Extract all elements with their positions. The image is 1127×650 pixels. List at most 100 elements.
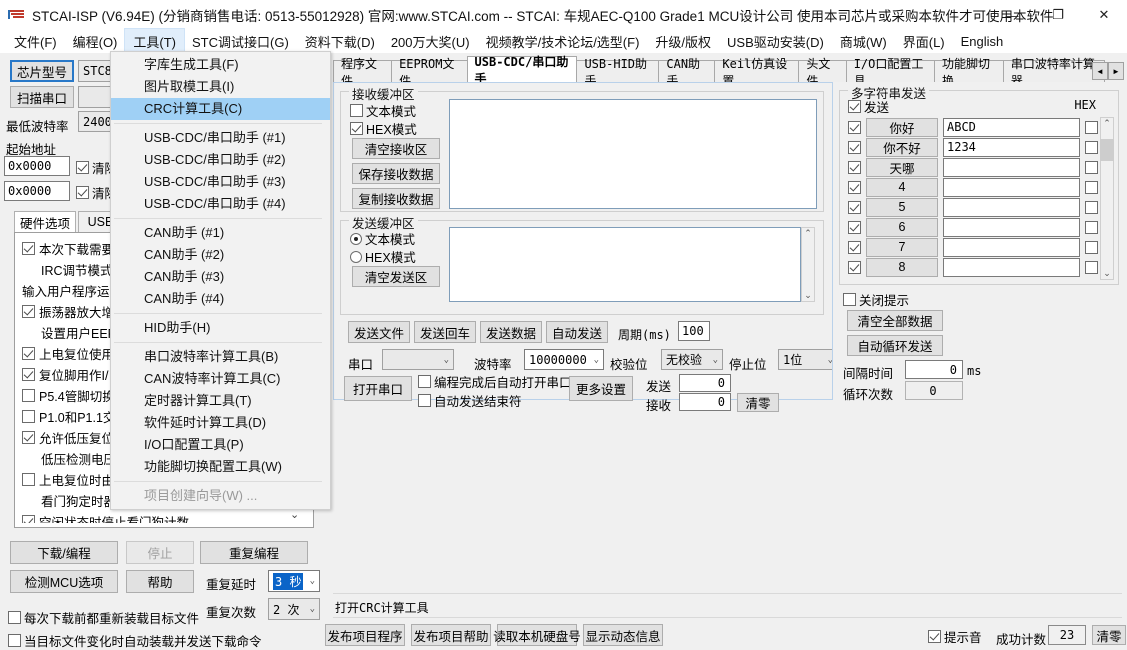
tab-4[interactable]: CAN助手 [658,57,716,88]
autoload-on-change-checkbox[interactable]: 当目标文件变化时自动装载并发送下载命令 [8,631,262,650]
menu-option-4[interactable]: USB-CDC/串口助手 (#1) [111,127,330,149]
send-buffer-scrollbar[interactable]: ⌃ ⌄ [801,227,815,302]
multi-send-button-1[interactable]: 你不好 [866,137,938,157]
send-enter-button[interactable]: 发送回车 [414,321,476,343]
clear-send-button[interactable]: 清空发送区 [352,266,440,287]
close-button[interactable]: ✕ [1081,0,1127,30]
menu-option-2[interactable]: CRC计算工具(C) [111,98,330,120]
menu-option-19[interactable]: 软件延时计算工具(D) [111,412,330,434]
menu-item-10[interactable]: 界面(L) [895,29,953,54]
save-receive-data-button[interactable]: 保存接收数据 [352,163,440,184]
tab-scroll-left-button[interactable]: ◄ [1092,62,1108,80]
multi-send-hex-checkbox-1[interactable] [1085,140,1098,154]
menu-option-20[interactable]: I/O口配置工具(P) [111,434,330,456]
repeat-program-button[interactable]: 重复编程 [200,541,308,564]
receive-text-mode-checkbox[interactable]: 文本模式 [350,101,416,120]
menu-option-14[interactable]: HID助手(H) [111,317,330,339]
multi-send-button-5[interactable]: 6 [866,217,938,237]
multi-send-enable-checkbox-2[interactable] [848,160,861,174]
maximize-button[interactable]: ❐ [1035,0,1081,30]
multi-send-hex-checkbox-2[interactable] [1085,160,1098,174]
multi-send-input-4[interactable] [943,197,1080,217]
menu-option-6[interactable]: USB-CDC/串口助手 (#3) [111,171,330,193]
multi-send-button-2[interactable]: 天哪 [866,157,938,177]
repeat-delay-select[interactable]: 3 秒 ⌄ [268,570,320,592]
minimize-button[interactable]: — [989,0,1035,30]
multi-send-input-7[interactable] [943,257,1080,277]
menu-option-10[interactable]: CAN助手 (#2) [111,244,330,266]
multi-send-input-3[interactable] [943,177,1080,197]
multi-send-enable-checkbox-1[interactable] [848,140,861,154]
auto-loop-send-button[interactable]: 自动循环发送 [847,335,943,356]
send-file-button[interactable]: 发送文件 [348,321,410,343]
menu-item-11[interactable]: English [953,31,1012,52]
multi-send-input-0[interactable]: ABCD [943,117,1080,137]
auto-open-after-program-checkbox[interactable]: 编程完成后自动打开串口 [418,372,572,391]
multi-send-input-6[interactable] [943,237,1080,257]
multi-send-enable-checkbox-7[interactable] [848,260,861,274]
tab-2[interactable]: USB-CDC/串口助手 [466,55,578,86]
tab-3[interactable]: USB-HID助手 [576,57,660,88]
clear-receive-button[interactable]: 清空接收区 [352,138,440,159]
multi-send-button-0[interactable]: 你好 [866,117,938,137]
menu-option-12[interactable]: CAN助手 (#4) [111,288,330,310]
menu-item-5[interactable]: 200万大奖(U) [383,29,478,54]
tab-9[interactable]: 串口波特率计算器 [1002,57,1105,88]
clear-counters-button[interactable]: 清零 [737,393,779,412]
multi-send-all-checkbox[interactable]: 发送 [848,97,889,116]
menu-option-17[interactable]: CAN波特率计算工具(C) [111,368,330,390]
menu-option-21[interactable]: 功能脚切换配置工具(W) [111,456,330,478]
tab-hardware-options[interactable]: 硬件选项 [14,211,76,233]
port-select[interactable]: ⌄ [382,349,454,370]
send-buffer-textarea[interactable] [449,227,801,302]
multi-send-button-6[interactable]: 7 [866,237,938,257]
help-button[interactable]: 帮助 [126,570,194,593]
menu-item-8[interactable]: USB驱动安装(D) [719,29,832,54]
multi-send-input-5[interactable] [943,217,1080,237]
multi-send-hex-checkbox-4[interactable] [1085,200,1098,214]
close-tip-checkbox[interactable]: 关闭提示 [843,290,909,309]
multi-send-hex-checkbox-5[interactable] [1085,220,1098,234]
baud-select[interactable]: 10000000 ⌄ [524,349,604,370]
send-hex-mode-radio[interactable]: HEX模式 [350,247,416,266]
scroll-up-icon[interactable]: ⌃ [1103,118,1111,129]
hardware-option-13[interactable]: 空闲状态时停止看门狗计数 [22,511,308,523]
multi-send-button-3[interactable]: 4 [866,177,938,197]
menu-option-11[interactable]: CAN助手 (#3) [111,266,330,288]
detect-mcu-options-button[interactable]: 检测MCU选项 [10,570,118,593]
multi-send-hex-checkbox-0[interactable] [1085,120,1098,134]
clear-success-count-button[interactable]: 清零 [1092,625,1126,645]
multi-send-scroll-thumb[interactable] [1100,139,1114,161]
interval-time-input[interactable]: 0 [905,360,963,379]
start-address-2-input[interactable]: 0x0000 [4,181,70,201]
status-button-1[interactable]: 发布项目帮助 [411,624,491,646]
menu-option-0[interactable]: 字库生成工具(F) [111,54,330,76]
parity-select[interactable]: 无校验 ⌄ [661,349,723,370]
auto-send-terminator-checkbox[interactable]: 自动发送结束符 [418,391,522,410]
repeat-count-select[interactable]: 2 次 ⌄ [268,598,320,620]
multi-send-enable-checkbox-4[interactable] [848,200,861,214]
auto-send-button[interactable]: 自动发送 [546,321,608,343]
copy-receive-data-button[interactable]: 复制接收数据 [352,188,440,209]
scan-port-button[interactable]: 扫描串口 [10,86,74,108]
status-button-2[interactable]: 读取本机硬盘号 [493,624,581,646]
multi-send-enable-checkbox-0[interactable] [848,120,861,134]
scroll-down-icon[interactable]: ⌄ [804,290,812,301]
multi-send-hex-checkbox-7[interactable] [1085,260,1098,274]
tab-8[interactable]: 功能脚切换 [933,57,1004,88]
status-button-0[interactable]: 发布项目程序 [325,624,405,646]
multi-send-input-1[interactable]: 1234 [943,137,1080,157]
reload-before-download-checkbox[interactable]: 每次下载前都重新装载目标文件 [8,608,199,627]
multi-send-enable-checkbox-3[interactable] [848,180,861,194]
scroll-down-icon[interactable]: ⌄ [1103,268,1111,279]
tab-5[interactable]: Keil仿真设置 [714,57,800,88]
tab-scroll-right-button[interactable]: ► [1108,62,1124,80]
multi-send-button-7[interactable]: 8 [866,257,938,277]
send-period-input[interactable]: 100 [678,321,710,341]
multi-send-hex-checkbox-6[interactable] [1085,240,1098,254]
tab-0[interactable]: 程序文件 [333,57,393,88]
menu-item-7[interactable]: 升级/版权 [647,29,719,54]
menu-option-16[interactable]: 串口波特率计算工具(B) [111,346,330,368]
download-program-button[interactable]: 下载/编程 [10,541,118,564]
menu-item-6[interactable]: 视频教学/技术论坛/选型(F) [478,29,648,54]
